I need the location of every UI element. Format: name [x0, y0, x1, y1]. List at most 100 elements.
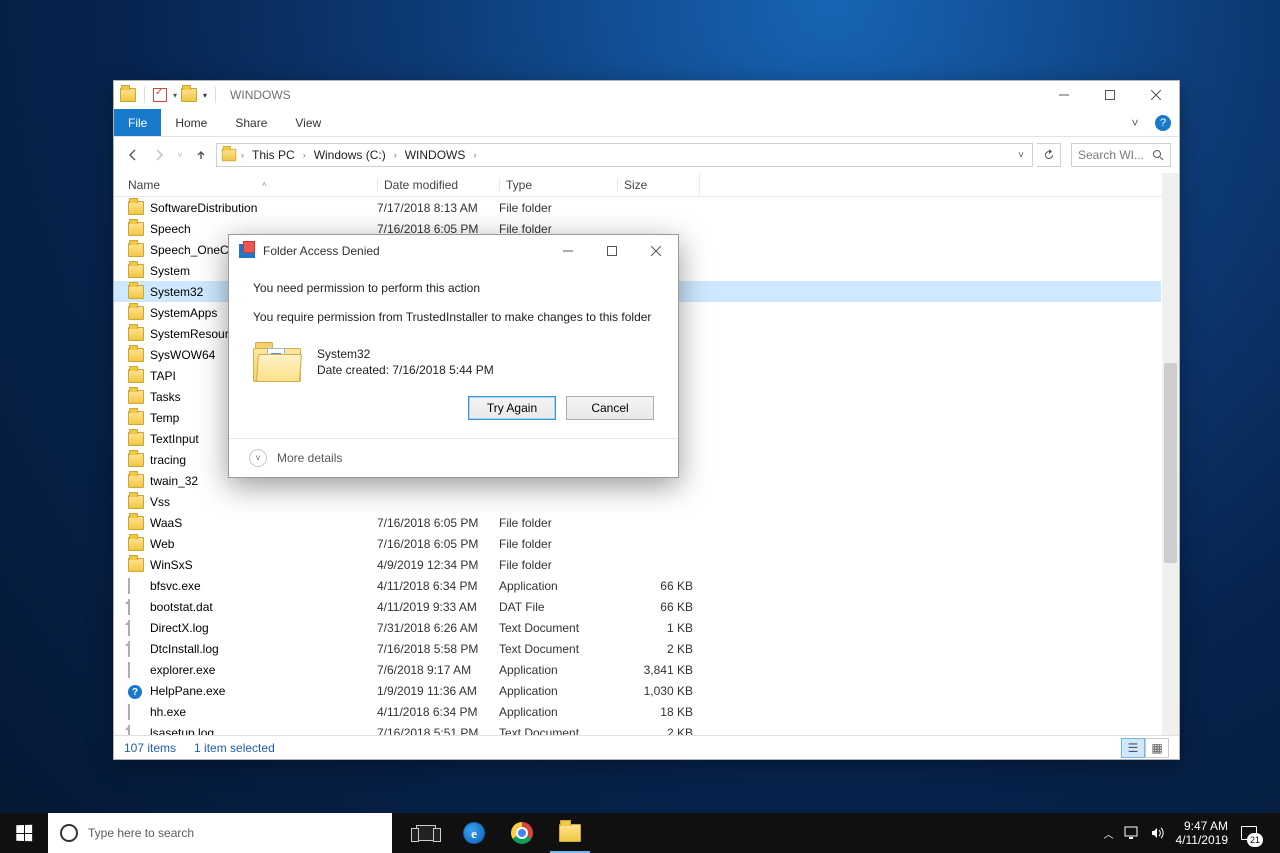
row-name: Vss — [150, 495, 377, 509]
nav-up-button[interactable] — [190, 144, 212, 166]
dialog-subject-meta: Date created: 7/16/2018 5:44 PM — [317, 363, 494, 377]
taskbar-edge[interactable] — [450, 813, 498, 853]
ribbon-expand-icon[interactable]: ˅ — [1123, 109, 1147, 136]
crumb-folder[interactable]: WINDOWS — [401, 146, 470, 164]
folder-icon — [128, 537, 144, 551]
chevron-right-icon[interactable]: › — [239, 150, 246, 160]
taskbar-search[interactable]: Type here to search — [48, 813, 392, 853]
table-row[interactable]: SoftwareDistribution7/17/2018 8:13 AMFil… — [114, 197, 1161, 218]
col-size[interactable]: Size — [617, 178, 699, 192]
taskbar-search-placeholder: Type here to search — [88, 826, 194, 840]
nav-forward-button[interactable] — [148, 144, 170, 166]
row-size: 2 KB — [617, 726, 693, 736]
close-button[interactable] — [1133, 81, 1179, 109]
row-name: Web — [150, 537, 377, 551]
taskbar-explorer[interactable] — [546, 813, 594, 853]
folder-icon — [128, 348, 144, 362]
breadcrumb[interactable]: › This PC › Windows (C:) › WINDOWS › ˅ — [216, 143, 1033, 167]
taskbar-clock[interactable]: 9:47 AM 4/11/2019 — [1176, 819, 1229, 848]
qat-dropdown-icon[interactable]: ▾ — [173, 91, 177, 100]
qat-customize-icon[interactable]: ▾ — [203, 91, 207, 100]
table-row[interactable]: lsasetup.log7/16/2018 5:51 PMText Docume… — [114, 722, 1161, 735]
start-button[interactable] — [0, 813, 48, 853]
folder-icon — [128, 453, 144, 467]
table-row[interactable]: Vss — [114, 491, 1161, 512]
row-date: 7/16/2018 6:05 PM — [377, 516, 499, 530]
row-type: File folder — [499, 558, 617, 572]
dialog-minimize-button[interactable] — [546, 235, 590, 267]
cancel-button[interactable]: Cancel — [566, 396, 654, 420]
dialog-titlebar[interactable]: Folder Access Denied — [229, 235, 678, 267]
taskbar-chrome[interactable] — [498, 813, 546, 853]
col-date[interactable]: Date modified — [377, 178, 499, 192]
search-input[interactable]: Search WI... — [1071, 143, 1171, 167]
table-row[interactable]: Web7/16/2018 6:05 PMFile folder — [114, 533, 1161, 554]
tab-file[interactable]: File — [114, 109, 161, 136]
column-headers: Name˄ Date modified Type Size — [114, 173, 1179, 197]
col-type[interactable]: Type — [499, 178, 617, 192]
nav-recent-dropdown[interactable]: ˅ — [174, 144, 186, 166]
breadcrumb-dropdown[interactable]: ˅ — [1014, 150, 1028, 161]
folder-icon — [120, 88, 136, 102]
table-row[interactable]: hh.exe4/11/2018 6:34 PMApplication18 KB — [114, 701, 1161, 722]
table-row[interactable]: bootstat.dat4/11/2019 9:33 AMDAT File66 … — [114, 596, 1161, 617]
folder-icon — [128, 369, 144, 383]
file-icon — [128, 600, 144, 614]
more-details-toggle[interactable]: More details — [277, 451, 342, 465]
tab-home[interactable]: Home — [161, 109, 221, 136]
table-row[interactable]: DirectX.log7/31/2018 6:26 AMText Documen… — [114, 617, 1161, 638]
volume-icon[interactable] — [1150, 826, 1166, 840]
action-center-button[interactable]: 21 — [1238, 822, 1260, 844]
sort-indicator-icon: ˄ — [262, 180, 267, 189]
tray-overflow-button[interactable]: ︿ — [1104, 826, 1114, 841]
row-date: 7/16/2018 5:58 PM — [377, 642, 499, 656]
minimize-button[interactable] — [1041, 81, 1087, 109]
table-row[interactable]: DtcInstall.log7/16/2018 5:58 PMText Docu… — [114, 638, 1161, 659]
folder-large-icon — [253, 342, 301, 382]
table-row[interactable]: WinSxS4/9/2019 12:34 PMFile folder — [114, 554, 1161, 575]
crumb-this-pc[interactable]: This PC — [248, 146, 299, 164]
row-type: Text Document — [499, 621, 617, 635]
table-row[interactable]: WaaS7/16/2018 6:05 PMFile folder — [114, 512, 1161, 533]
tab-view[interactable]: View — [281, 109, 335, 136]
dialog-maximize-button[interactable] — [590, 235, 634, 267]
chevron-right-icon[interactable]: › — [392, 150, 399, 160]
chevron-down-icon[interactable]: ˅ — [249, 449, 267, 467]
text-file-icon — [128, 642, 144, 656]
application-icon — [128, 705, 144, 719]
try-again-button[interactable]: Try Again — [468, 396, 556, 420]
properties-icon[interactable] — [153, 88, 167, 102]
refresh-button[interactable] — [1037, 143, 1061, 167]
chevron-right-icon[interactable]: › — [301, 150, 308, 160]
nav-back-button[interactable] — [122, 144, 144, 166]
table-row[interactable]: explorer.exe7/6/2018 9:17 AMApplication3… — [114, 659, 1161, 680]
row-date: 7/6/2018 9:17 AM — [377, 663, 499, 677]
new-folder-icon[interactable] — [181, 88, 197, 102]
chevron-right-icon[interactable]: › — [471, 150, 478, 160]
tab-share[interactable]: Share — [221, 109, 281, 136]
dialog-body: You need permission to perform this acti… — [229, 267, 678, 438]
row-date: 4/11/2018 6:34 PM — [377, 579, 499, 593]
row-type: Text Document — [499, 726, 617, 736]
dialog-title: Folder Access Denied — [263, 244, 380, 258]
vertical-scrollbar[interactable] — [1162, 173, 1179, 735]
icons-view-button[interactable]: ▦ — [1145, 738, 1169, 758]
folder-icon — [128, 306, 144, 320]
dialog-close-button[interactable] — [634, 235, 678, 267]
folder-icon — [128, 222, 144, 236]
ribbon-tabs: File Home Share View ˅ ? — [114, 109, 1179, 137]
help-button[interactable]: ? — [1151, 109, 1175, 136]
col-name[interactable]: Name˄ — [114, 178, 377, 192]
folder-icon — [128, 327, 144, 341]
title-bar[interactable]: ▾ ▾ WINDOWS — [114, 81, 1179, 109]
row-type: Text Document — [499, 642, 617, 656]
crumb-drive[interactable]: Windows (C:) — [310, 146, 390, 164]
network-icon[interactable] — [1124, 826, 1140, 840]
details-view-button[interactable]: ☰ — [1121, 738, 1145, 758]
task-view-button[interactable] — [402, 813, 450, 853]
maximize-button[interactable] — [1087, 81, 1133, 109]
dialog-subject: System32 Date created: 7/16/2018 5:44 PM — [253, 342, 654, 382]
table-row[interactable]: bfsvc.exe4/11/2018 6:34 PMApplication66 … — [114, 575, 1161, 596]
table-row[interactable]: ?HelpPane.exe1/9/2019 11:36 AMApplicatio… — [114, 680, 1161, 701]
scroll-thumb[interactable] — [1164, 363, 1177, 563]
